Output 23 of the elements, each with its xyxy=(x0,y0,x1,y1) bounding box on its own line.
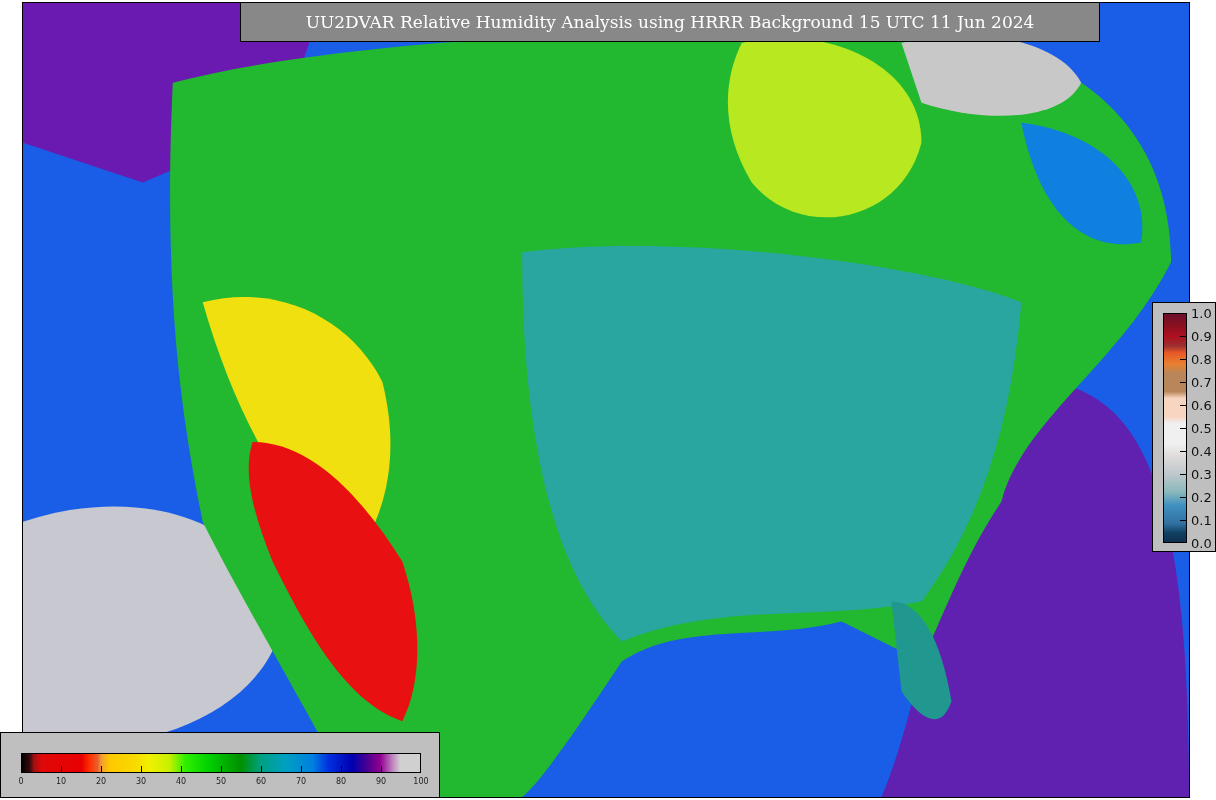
tick-label: 20 xyxy=(95,777,107,786)
map-title: UU2DVAR Relative Humidity Analysis using HRRR Background 15 UTC 11 Jun 2024 xyxy=(240,2,1100,42)
tick-label: 0.1 xyxy=(1191,512,1212,528)
tick-label: 0.6 xyxy=(1191,397,1212,413)
tick-label: 0.2 xyxy=(1191,489,1212,505)
tick-label: 90 xyxy=(375,777,387,786)
tick-label: 60 xyxy=(255,777,267,786)
tick-label: 1.0 xyxy=(1191,305,1212,321)
tick-label: 0.5 xyxy=(1191,420,1212,436)
tick-label: 0.8 xyxy=(1191,351,1212,367)
tick-label: 0.9 xyxy=(1191,328,1212,344)
tick-label: 0.7 xyxy=(1191,374,1212,390)
tick-label: 0 xyxy=(18,777,24,786)
tick-label: 0.3 xyxy=(1191,466,1212,482)
tick-label: 50 xyxy=(215,777,227,786)
tick-label: 40 xyxy=(175,777,187,786)
tick-label: 10 xyxy=(55,777,67,786)
tick-label: 0.4 xyxy=(1191,443,1212,459)
tick-label: 80 xyxy=(335,777,347,786)
tick-label: 30 xyxy=(135,777,147,786)
tick-label: 70 xyxy=(295,777,307,786)
tick-label: 0.0 xyxy=(1191,535,1212,551)
tick-label: 100 xyxy=(413,777,429,786)
